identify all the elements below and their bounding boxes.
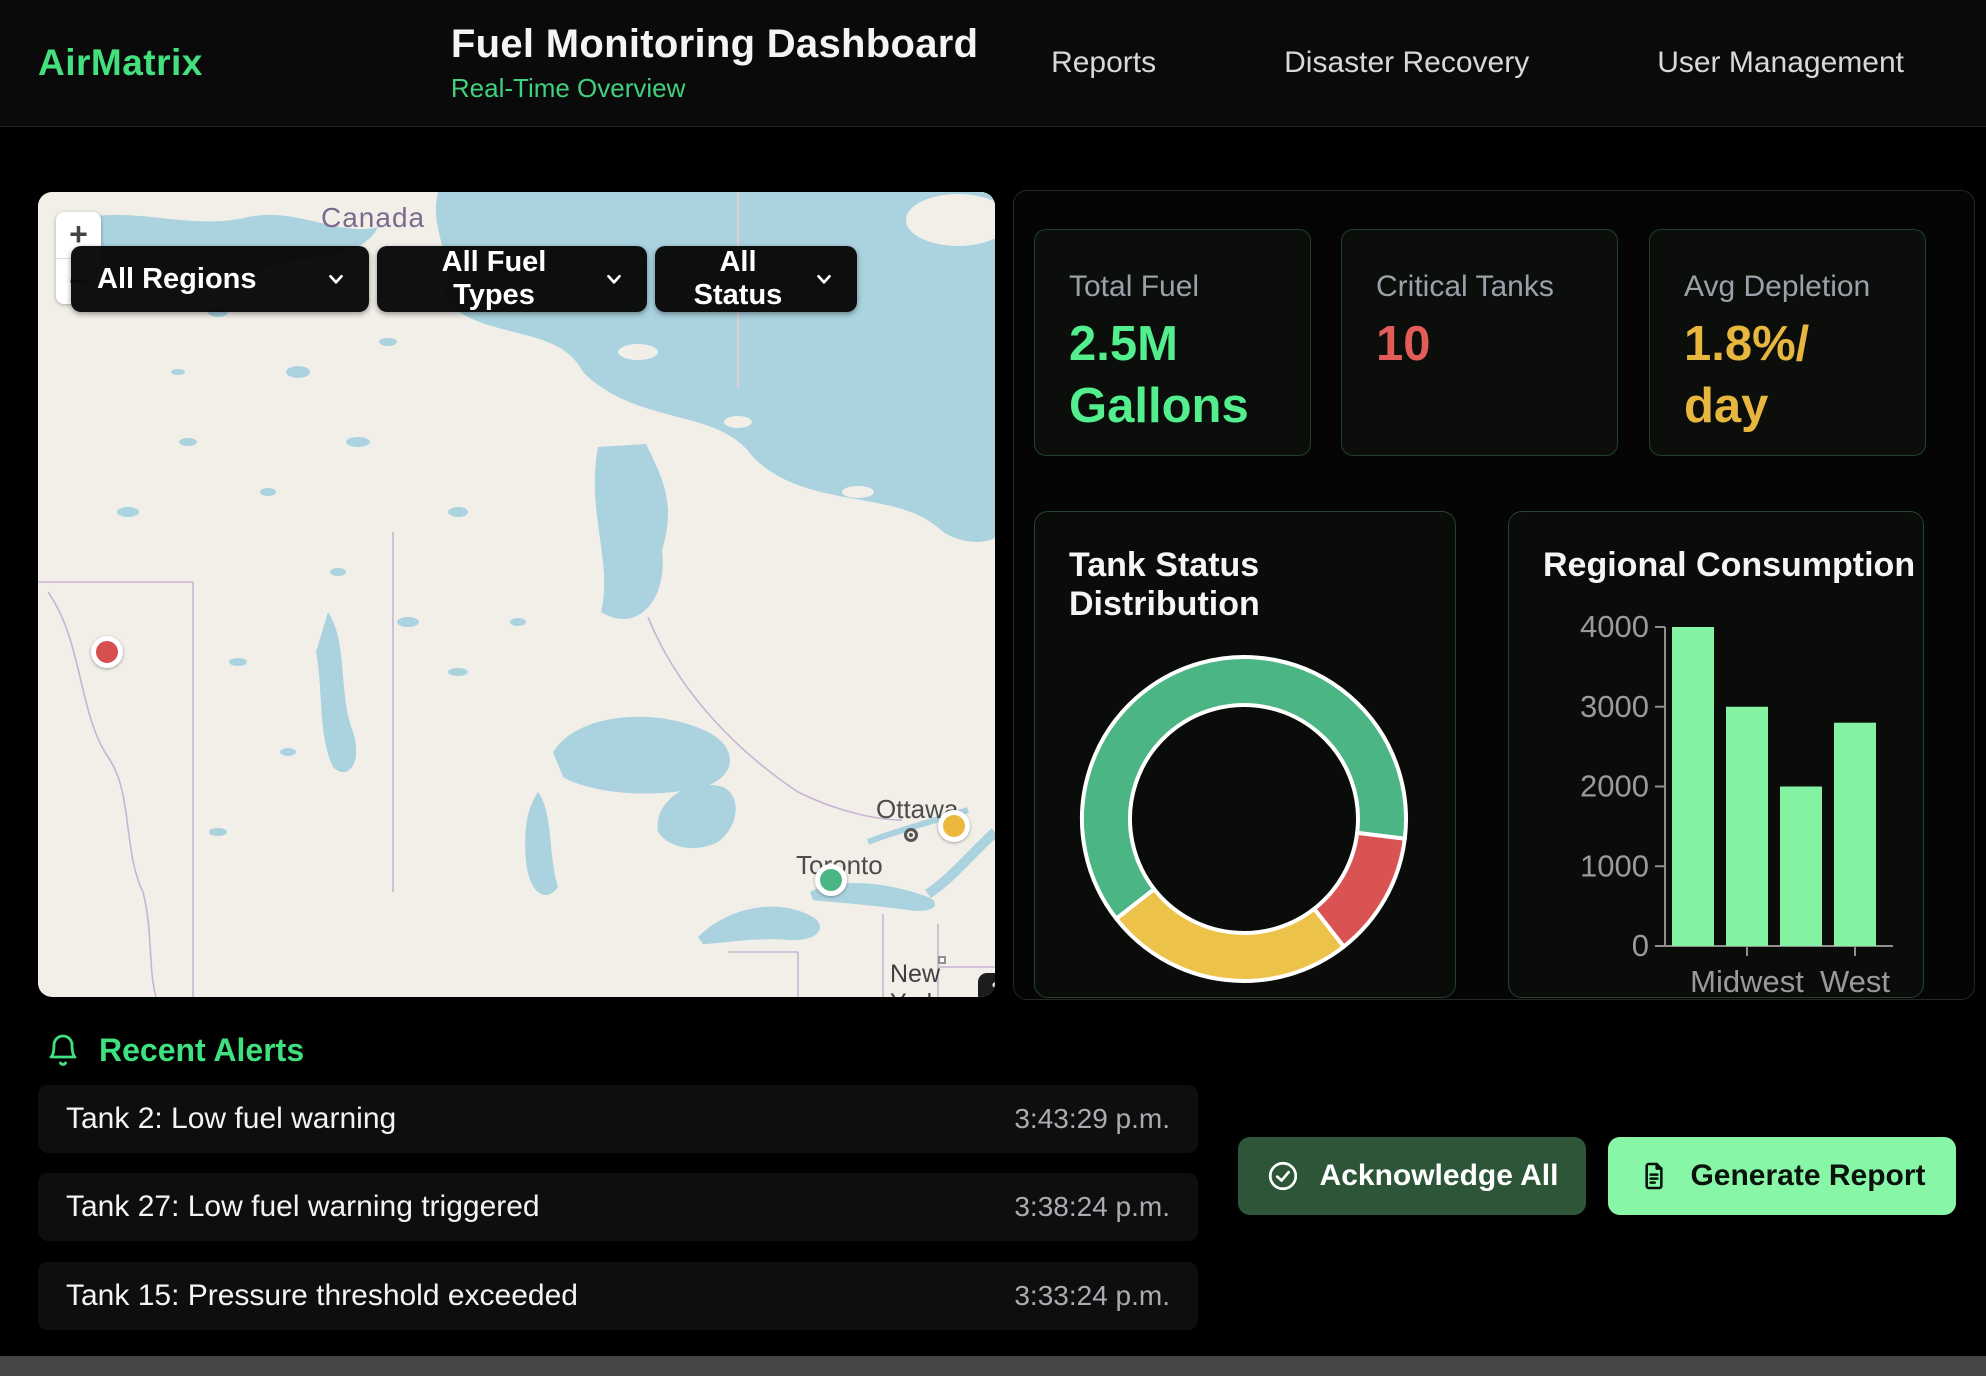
alerts-title: Recent Alerts [99,1032,304,1069]
app-header: AirMatrix Fuel Monitoring Dashboard Real… [0,0,1986,127]
tank-marker-warning[interactable] [938,810,970,842]
chevron-down-icon [603,268,625,290]
main-nav: Reports Disaster Recovery User Managemen… [1051,46,1986,80]
stat-card-critical-tanks: Critical Tanks 10 [1341,229,1618,456]
acknowledge-all-button[interactable]: Acknowledge All [1238,1137,1586,1215]
fuel-map[interactable]: Canada Ottawa Toronto New York + − All R… [38,192,995,997]
alert-time: 3:38:24 p.m. [1014,1191,1170,1223]
stat-label: Avg Depletion [1684,270,1891,304]
resize-handle[interactable] [978,973,995,997]
x-tick-label: West [1820,964,1890,999]
title-block: Fuel Monitoring Dashboard Real-Time Over… [451,22,978,104]
region-filter-value: All Regions [97,263,257,296]
tank-marker-normal[interactable] [815,864,847,896]
alert-time: 3:33:24 p.m. [1014,1280,1170,1312]
page-title: Fuel Monitoring Dashboard [451,22,978,67]
alert-text: Tank 2: Low fuel warning [66,1102,396,1136]
y-tick-label: 4000 [1580,609,1649,644]
town-dot [938,956,946,964]
fuel-type-filter-select[interactable]: All Fuel Types [377,246,647,312]
alerts-heading: Recent Alerts [45,1032,304,1069]
tank-status-donut-chart [1035,512,1457,999]
tank-status-chart-card: Tank Status Distribution [1034,511,1456,998]
stat-value-avg-depletion: 1.8%/day [1684,314,1839,437]
alert-row[interactable]: Tank 27: Low fuel warning triggered 3:38… [38,1173,1198,1241]
status-filter-select[interactable]: All Status [655,246,857,312]
map-filters: All Regions All Fuel Types All Status [71,246,857,312]
stat-value-critical-tanks: 10 [1376,314,1581,376]
tank-marker-critical[interactable] [91,636,123,668]
stat-value-total-fuel: 2.5M Gallons [1069,314,1274,437]
nav-item-reports[interactable]: Reports [1051,46,1156,80]
fuel-type-filter-value: All Fuel Types [403,246,585,312]
bar-0 [1672,627,1714,946]
nav-item-disaster-recovery[interactable]: Disaster Recovery [1284,46,1529,80]
stat-card-total-fuel: Total Fuel 2.5M Gallons [1034,229,1311,456]
alert-text: Tank 27: Low fuel warning triggered [66,1190,540,1224]
metrics-panel: Total Fuel 2.5M Gallons Critical Tanks 1… [1013,190,1975,1000]
y-tick-label: 2000 [1580,769,1649,804]
bottom-scrollbar[interactable] [0,1356,1986,1376]
alert-row[interactable]: Tank 15: Pressure threshold exceeded 3:3… [38,1262,1198,1330]
page-subtitle: Real-Time Overview [451,73,978,104]
stat-label: Total Fuel [1069,270,1276,304]
bell-icon [45,1033,81,1069]
chevron-down-icon [813,268,835,290]
bar-3 [1834,723,1876,946]
map-label-canada: Canada [321,202,425,234]
y-tick-label: 1000 [1580,848,1649,883]
bar-2 [1780,787,1822,947]
check-circle-icon [1266,1159,1300,1193]
status-filter-value: All Status [681,246,795,312]
alert-time: 3:43:29 p.m. [1014,1103,1170,1135]
regional-consumption-chart-card: Regional Consumption 01000200030004000Mi… [1508,511,1924,998]
stat-label: Critical Tanks [1376,270,1583,304]
generate-report-button[interactable]: Generate Report [1608,1137,1956,1215]
alert-row[interactable]: Tank 2: Low fuel warning 3:43:29 p.m. [38,1085,1198,1153]
donut-segment-warning-yellow [1116,889,1343,981]
document-icon [1638,1160,1670,1192]
generate-report-label: Generate Report [1690,1159,1925,1193]
bar-1 [1726,707,1768,946]
drag-dots-icon [988,980,995,997]
x-tick-label: Midwest [1690,964,1804,999]
alert-text: Tank 15: Pressure threshold exceeded [66,1279,578,1313]
stat-card-avg-depletion: Avg Depletion 1.8%/day [1649,229,1926,456]
y-tick-label: 0 [1632,928,1649,963]
app-logo: AirMatrix [38,42,203,84]
dashboard: AirMatrix Fuel Monitoring Dashboard Real… [0,0,1986,1376]
nav-item-user-management[interactable]: User Management [1657,46,1904,80]
region-filter-select[interactable]: All Regions [71,246,369,312]
ottawa-place-dot [904,828,918,842]
acknowledge-all-label: Acknowledge All [1320,1159,1559,1193]
y-tick-label: 3000 [1580,689,1649,724]
regional-consumption-bar-chart: 0 1000 2000 3000 4000 Midwest West [1509,512,1925,999]
chevron-down-icon [325,268,347,290]
